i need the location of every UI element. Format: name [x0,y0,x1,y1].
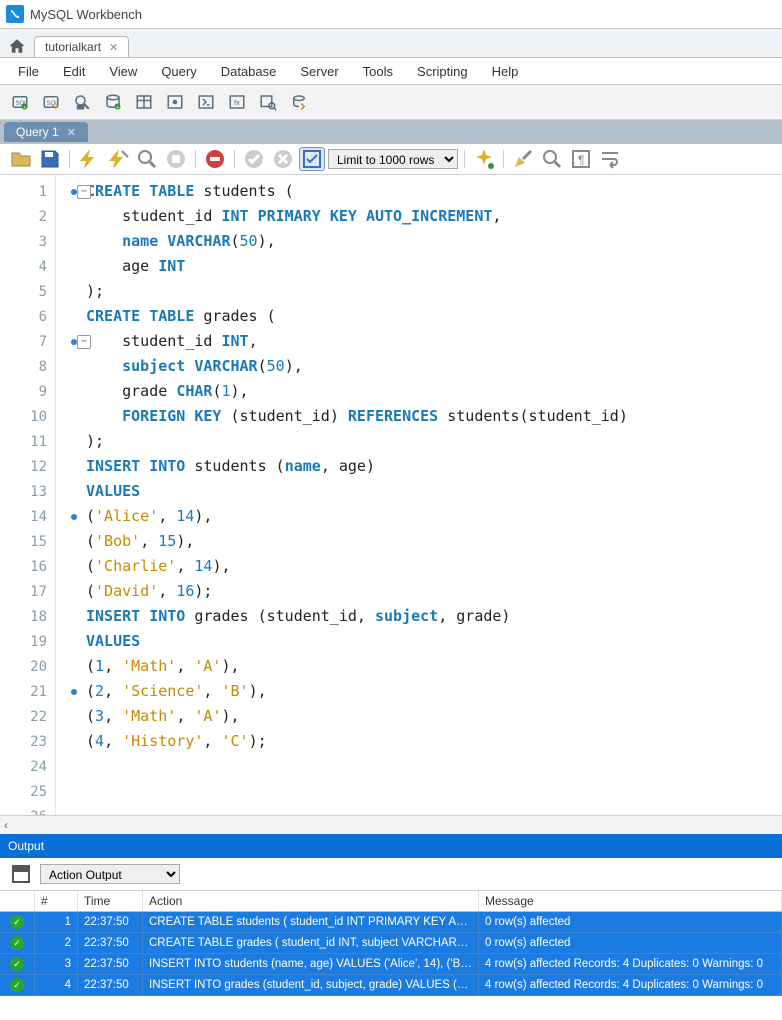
success-icon: ✓ [10,957,24,971]
fold-icon[interactable]: − [77,185,91,199]
menu-help[interactable]: Help [482,61,529,82]
view-icon[interactable] [161,88,189,116]
svg-text:+: + [23,105,26,111]
menu-scripting[interactable]: Scripting [407,61,478,82]
menu-bar: FileEditViewQueryDatabaseServerToolsScri… [0,58,782,85]
output-row[interactable]: ✓322:37:50INSERT INTO students (name, ag… [0,954,782,975]
menu-edit[interactable]: Edit [53,61,95,82]
sql-editor[interactable]: 1−234567−8910111213141516171819202122232… [0,175,782,815]
menu-query[interactable]: Query [151,61,206,82]
editor-scrollbar[interactable]: ‹ [0,815,782,834]
stop-icon[interactable] [163,147,189,171]
line-gutter: 1−234567−8910111213141516171819202122232… [0,175,56,815]
main-toolbar: SQL+ SQL + fx [0,85,782,120]
limit-select[interactable]: Limit to 1000 rows [328,149,458,169]
home-icon[interactable] [4,35,30,57]
connection-tabs: tutorialkart ✕ [0,29,782,58]
menu-view[interactable]: View [99,61,147,82]
new-sql-tab-icon[interactable]: SQL+ [6,88,34,116]
connection-tab-label: tutorialkart [45,40,101,54]
output-header: Output [0,834,782,858]
output-controls: Action Output [0,858,782,891]
brush-icon[interactable] [510,147,536,171]
app-icon [6,5,24,23]
beautify-icon[interactable] [471,147,497,171]
app-title: MySQL Workbench [30,7,142,22]
output-row[interactable]: ✓122:37:50CREATE TABLE students ( studen… [0,912,782,933]
commit-icon[interactable] [241,147,267,171]
fold-icon[interactable]: − [77,335,91,349]
query-tab-bar: Query 1 ✕ [0,120,782,144]
close-icon[interactable]: ✕ [109,41,118,54]
inspector-icon[interactable] [68,88,96,116]
execute-icon[interactable] [76,147,102,171]
title-bar: MySQL Workbench [0,0,782,29]
connection-tab[interactable]: tutorialkart ✕ [34,36,129,57]
execute-current-icon[interactable] [105,147,131,171]
autocommit-icon[interactable] [299,147,325,171]
invisibles-icon[interactable]: ¶ [568,147,594,171]
success-icon: ✓ [10,915,24,929]
output-type-select[interactable]: Action Output [40,864,180,884]
output-grid: #TimeActionMessage ✓122:37:50CREATE TABL… [0,891,782,996]
success-icon: ✓ [10,936,24,950]
schema-add-icon[interactable]: + [99,88,127,116]
output-panel-icon[interactable] [8,862,34,886]
output-row[interactable]: ✓422:37:50INSERT INTO grades (student_id… [0,975,782,996]
success-icon: ✓ [10,978,24,992]
editor-toolbar: Limit to 1000 rows ¶ [0,144,782,175]
rollback-icon[interactable] [270,147,296,171]
menu-file[interactable]: File [8,61,49,82]
wrap-icon[interactable] [597,147,623,171]
explain-icon[interactable] [134,147,160,171]
output-row[interactable]: ✓222:37:50CREATE TABLE grades ( student_… [0,933,782,954]
table-icon[interactable] [130,88,158,116]
function-icon[interactable]: fx [223,88,251,116]
no-limit-icon[interactable] [202,147,228,171]
code-content[interactable]: CREATE TABLE students ( student_id INT P… [56,175,782,815]
svg-text:+: + [116,105,119,111]
save-icon[interactable] [37,147,63,171]
find-icon[interactable] [539,147,565,171]
menu-server[interactable]: Server [290,61,348,82]
svg-text:¶: ¶ [578,153,584,167]
search-table-icon[interactable] [254,88,282,116]
open-file-icon[interactable] [8,147,34,171]
menu-tools[interactable]: Tools [353,61,403,82]
procedure-icon[interactable] [192,88,220,116]
menu-database[interactable]: Database [211,61,287,82]
open-sql-icon[interactable]: SQL [37,88,65,116]
close-icon[interactable]: ✕ [67,126,76,139]
query-tab-label: Query 1 [16,125,59,139]
reconnect-icon[interactable] [285,88,313,116]
query-tab[interactable]: Query 1 ✕ [4,122,88,142]
svg-text:fx: fx [234,98,240,107]
